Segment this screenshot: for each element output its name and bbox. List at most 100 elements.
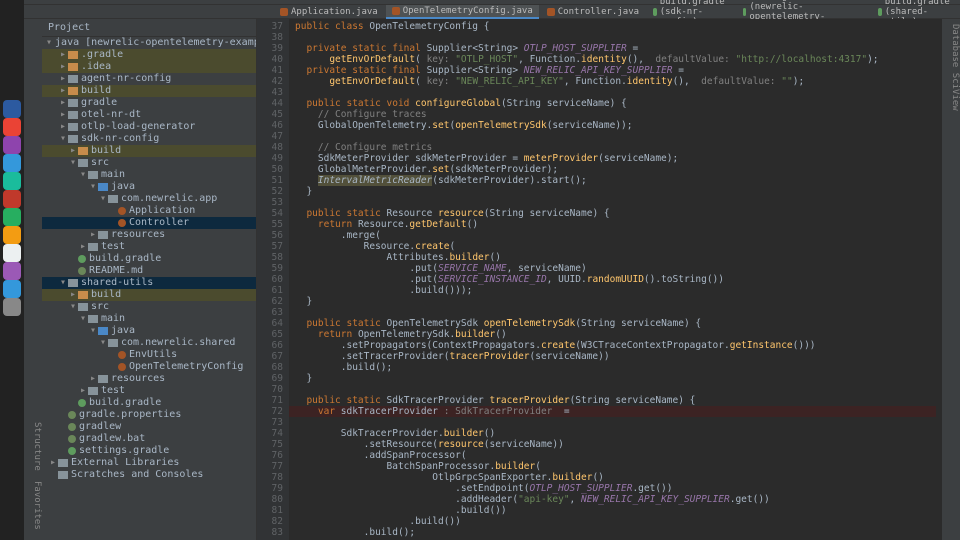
dock-app-icon[interactable]	[3, 190, 21, 208]
tree-label: gradlew	[79, 421, 121, 433]
tree-item[interactable]: OpenTelemetryConfig	[42, 361, 256, 373]
tree-item[interactable]: Scratches and Consoles	[42, 469, 256, 481]
file-icon	[653, 8, 657, 16]
folder-icon	[78, 291, 88, 299]
tool-structure[interactable]: Structure	[24, 422, 42, 471]
tree-item[interactable]: ▾com.newrelic.shared	[42, 337, 256, 349]
file-icon	[392, 7, 400, 15]
editor-tab[interactable]: Controller.java	[541, 6, 645, 18]
tool-sciview[interactable]: SciView	[950, 73, 960, 111]
folder-icon	[88, 171, 98, 179]
tree-item[interactable]: ▾java [newrelic-opentelemetry-examples-j…	[42, 37, 256, 49]
tree-item[interactable]: ▸.gradle	[42, 49, 256, 61]
tree-label: agent-nr-config	[81, 73, 171, 85]
folder-icon	[78, 303, 88, 311]
tree-item[interactable]: ▸agent-nr-config	[42, 73, 256, 85]
right-tool-strip[interactable]: Database SciView	[942, 19, 960, 540]
tree-label: EnvUtils	[129, 349, 177, 361]
dock-app-icon[interactable]	[3, 208, 21, 226]
file-icon	[68, 435, 76, 443]
dock-app-icon[interactable]	[3, 172, 21, 190]
project-header-label: Project	[48, 22, 90, 33]
tree-item[interactable]: ▾com.newrelic.app	[42, 193, 256, 205]
tree-item[interactable]: ▸External Libraries	[42, 457, 256, 469]
file-icon	[68, 411, 76, 419]
dock-app-icon[interactable]	[3, 226, 21, 244]
dock-app-icon[interactable]	[3, 244, 21, 262]
tree-item[interactable]: ▸test	[42, 241, 256, 253]
tree-item[interactable]: README.md	[42, 265, 256, 277]
file-icon	[118, 207, 126, 215]
tree-item[interactable]: ▸.idea	[42, 61, 256, 73]
folder-icon	[108, 195, 118, 203]
code-editor[interactable]: 37 38 39 40 41 42 43 44 45 46 47 48 49 5…	[257, 19, 942, 540]
tree-label: Controller	[129, 217, 189, 229]
tree-item[interactable]: ▸build	[42, 85, 256, 97]
dock-app-icon[interactable]	[3, 298, 21, 316]
dock-app-icon[interactable]	[3, 118, 21, 136]
tree-item[interactable]: ▸resources	[42, 373, 256, 385]
tree-item[interactable]: gradlew	[42, 421, 256, 433]
tool-favorites[interactable]: Favorites	[24, 481, 42, 530]
tree-item[interactable]: ▸gradle	[42, 97, 256, 109]
tree-item[interactable]: Application	[42, 205, 256, 217]
dock-app-icon[interactable]	[3, 262, 21, 280]
tree-label: resources	[111, 373, 165, 385]
dock-app-icon[interactable]	[3, 100, 21, 118]
tree-item[interactable]: ▾main	[42, 169, 256, 181]
tree-item[interactable]: ▸test	[42, 385, 256, 397]
file-icon	[743, 8, 746, 16]
editor-tab[interactable]: Application.java	[274, 6, 384, 18]
folder-icon	[98, 375, 108, 383]
tree-label: .gradle	[81, 49, 123, 61]
tree-item[interactable]: build.gradle	[42, 253, 256, 265]
tree-item[interactable]: ▾shared-utils	[42, 277, 256, 289]
tree-item[interactable]: ▾src	[42, 301, 256, 313]
file-icon	[68, 447, 76, 455]
tree-item[interactable]: gradle.properties	[42, 409, 256, 421]
tree-label: External Libraries	[71, 457, 179, 469]
folder-icon	[88, 243, 98, 251]
tree-item[interactable]: ▾main	[42, 313, 256, 325]
folder-icon	[98, 231, 108, 239]
tree-label: main	[101, 169, 125, 181]
tree-item[interactable]: settings.gradle	[42, 445, 256, 457]
editor-tab[interactable]: OpenTelemetryConfig.java	[386, 5, 539, 19]
tree-item[interactable]: build.gradle	[42, 397, 256, 409]
left-tool-strip[interactable]: Structure Favorites	[24, 19, 42, 540]
tree-label: test	[101, 385, 125, 397]
dock-app-icon[interactable]	[3, 154, 21, 172]
tree-label: build.gradle	[89, 253, 161, 265]
tree-label: java	[111, 325, 135, 337]
tree-item[interactable]: ▾sdk-nr-config	[42, 133, 256, 145]
dock-app-icon[interactable]	[3, 136, 21, 154]
tree-item[interactable]: ▾java	[42, 325, 256, 337]
tree-item[interactable]: ▸build	[42, 145, 256, 157]
folder-icon	[68, 99, 78, 107]
file-icon	[280, 8, 288, 16]
tool-database[interactable]: Database	[950, 24, 960, 67]
file-icon	[78, 399, 86, 407]
tree-item[interactable]: ▾java	[42, 181, 256, 193]
tree-item[interactable]: ▸otlp-load-generator	[42, 121, 256, 133]
project-header[interactable]: Project	[42, 19, 256, 37]
tree-label: README.md	[89, 265, 143, 277]
tree-label: settings.gradle	[79, 445, 169, 457]
tree-item[interactable]: ▾src	[42, 157, 256, 169]
tree-label: gradlew.bat	[79, 433, 145, 445]
folder-icon	[68, 75, 78, 83]
tree-item[interactable]: ▸otel-nr-dt	[42, 109, 256, 121]
tree-item[interactable]: Controller	[42, 217, 256, 229]
project-sidebar: Project ▾java [newrelic-opentelemetry-ex…	[42, 19, 257, 540]
tree-item[interactable]: EnvUtils	[42, 349, 256, 361]
macos-dock	[0, 0, 24, 540]
dock-app-icon[interactable]	[3, 280, 21, 298]
tree-item[interactable]: gradlew.bat	[42, 433, 256, 445]
code-area[interactable]: public class OpenTelemetryConfig { priva…	[289, 19, 942, 540]
project-tree[interactable]: ▾java [newrelic-opentelemetry-examples-j…	[42, 37, 256, 540]
tree-label: .idea	[81, 61, 111, 73]
tree-item[interactable]: ▸build	[42, 289, 256, 301]
tree-item[interactable]: ▸resources	[42, 229, 256, 241]
tree-label: Scratches and Consoles	[71, 469, 203, 481]
tree-label: java [newrelic-opentelemetry-examples-ja…	[55, 37, 256, 49]
